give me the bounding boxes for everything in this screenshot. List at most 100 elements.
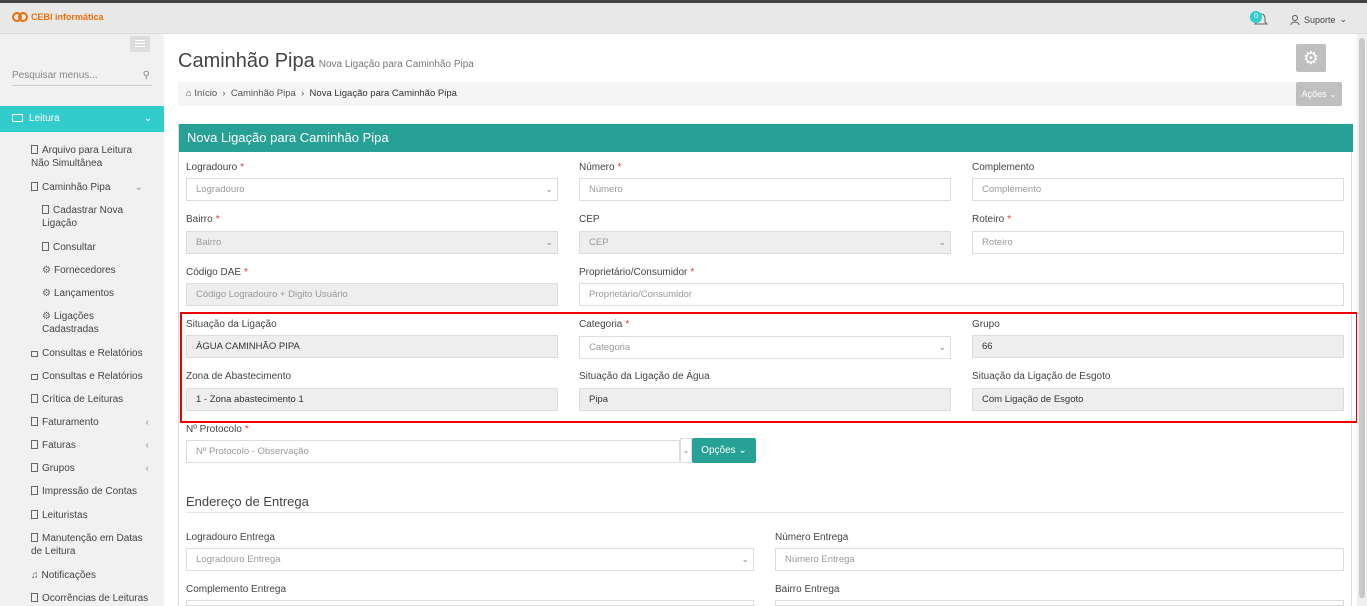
sidebar-item-label: Consultas e Relatórios (42, 348, 143, 359)
actions-button[interactable]: Ações ⌄ (1296, 82, 1342, 106)
gear-icon: ⚙ (42, 288, 51, 299)
sidebar-item-lancamentos[interactable]: ⚙ Lançamentos (42, 287, 114, 300)
sidebar-item-label: Consultas e Relatórios (42, 371, 143, 382)
placeholder-text: Nº Protocolo - Observação (196, 446, 309, 457)
scrollbar[interactable] (1357, 34, 1367, 606)
placeholder-text: Complemento (982, 184, 1042, 195)
file-icon (31, 440, 38, 449)
sidebar-item-grupos[interactable]: Grupos ‹ (31, 462, 149, 475)
sidebar-item-caminhao-pipa[interactable]: Caminhão Pipa ⌄ (31, 181, 143, 194)
logradouro-label: Logradouro * (186, 162, 244, 173)
search-icon[interactable]: ⚲ (143, 70, 150, 81)
protocolo-select[interactable]: Nº Protocolo - Observação (186, 440, 680, 463)
sidebar-item-leituristas[interactable]: Leituristas (31, 509, 88, 522)
sidebar-item-arquivo-leitura[interactable]: Arquivo para Leitura Não Simultânea (31, 144, 143, 170)
sidebar-item-ligacoes-cadastradas[interactable]: ⚙ Ligações Cadastradas (42, 310, 122, 336)
sidebar-item-cadastrar-nova-ligacao[interactable]: Cadastrar Nova Ligação (42, 204, 142, 230)
gear-icon: ⚙ (42, 265, 51, 276)
bairro-select[interactable]: Bairro ⌄ (186, 231, 558, 254)
roteiro-label: Roteiro * (972, 214, 1011, 225)
chevron-down-icon: ⌄ (741, 554, 749, 564)
label-text: Nº Protocolo (186, 424, 242, 435)
folder-icon (31, 593, 38, 602)
protocolo-dropdown-button[interactable]: ⌄ (680, 438, 692, 463)
sidebar-item-label: Caminhão Pipa (42, 182, 111, 193)
sidebar-search-placeholder: Pesquisar menus... (12, 70, 98, 81)
chevron-down-icon: ⌄ (134, 182, 143, 193)
sidebar-item-notificacoes[interactable]: ♫ Notificações (31, 569, 96, 582)
label-text: Bairro Entrega (775, 584, 840, 595)
gear-icon: ⚙ (1302, 48, 1320, 68)
cep-select[interactable]: CEP ⌄ (579, 231, 951, 254)
sidebar-item-label: Consultar (53, 242, 96, 253)
gear-icon: ⚙ (42, 311, 51, 322)
placeholder-text: Número (589, 184, 623, 195)
breadcrumb-current: Nova Ligação para Caminhão Pipa (309, 88, 457, 99)
sidebar-item-ocorrencias-leituras[interactable]: Ocorrências de Leituras (31, 592, 148, 605)
logradouro-entrega-select[interactable]: Logradouro Entrega ⌄ (186, 548, 754, 571)
numero-input[interactable]: Número (579, 178, 951, 201)
user-menu[interactable]: Suporte ⌄ (1290, 14, 1347, 25)
scrollbar-thumb[interactable] (1359, 38, 1365, 598)
home-icon: ⌂ (186, 88, 192, 99)
breadcrumb: ⌂ Início › Caminhão Pipa › Nova Ligação … (178, 82, 1296, 106)
file-icon (42, 242, 49, 251)
user-icon (1290, 14, 1300, 25)
page-title: Caminhão Pipa Nova Ligação para Caminhão … (178, 50, 474, 73)
settings-button[interactable]: ⚙ (1296, 44, 1326, 72)
sidebar-item-consultas-relatorios-1[interactable]: Consultas e Relatórios (31, 347, 143, 360)
label-text: Logradouro Entrega (186, 532, 275, 543)
codigo-dae-input[interactable]: Código Logradouro + Digito Usuário (186, 283, 558, 306)
sidebar-item-label: Notificações (41, 570, 96, 581)
bairro-label: Bairro * (186, 214, 220, 225)
bairro-entrega-input[interactable] (775, 600, 1344, 606)
label-text: CEP (579, 214, 600, 225)
brand-name: CEBI informática (31, 11, 104, 22)
breadcrumb-caminhao-pipa[interactable]: Caminhão Pipa (231, 88, 296, 99)
complemento-input[interactable]: Complemento (972, 178, 1344, 201)
chevron-down-icon: ⌄ (938, 237, 946, 247)
cep-label: CEP (579, 214, 600, 225)
sidebar-search-input[interactable]: Pesquisar menus... ⚲ (12, 70, 152, 86)
sidebar-item-label: Leitura (29, 113, 60, 124)
breadcrumb-separator: › (219, 88, 229, 99)
placeholder-text: Bairro (196, 237, 222, 248)
brand-logo[interactable]: CEBI informática (12, 11, 104, 22)
file-icon (31, 486, 38, 495)
sidebar-item-label: Lançamentos (53, 288, 115, 299)
sidebar-item-consultas-relatorios-2[interactable]: Consultas e Relatórios (31, 370, 143, 383)
opcoes-button[interactable]: Opções ⌄ (692, 438, 756, 463)
sidebar-toggle-button[interactable] (130, 36, 150, 52)
folder-icon (31, 182, 38, 191)
chevron-left-icon: ‹ (145, 417, 149, 428)
sidebar-item-critica-leituras[interactable]: Crítica de Leituras (31, 393, 123, 406)
folder-icon (31, 510, 38, 519)
sidebar-item-consultar[interactable]: Consultar (42, 241, 96, 254)
sidebar-item-leitura[interactable]: Leitura ⌄ (0, 106, 164, 132)
file-icon (31, 145, 38, 154)
sidebar-item-fornecedores[interactable]: ⚙ Fornecedores (42, 264, 116, 277)
sidebar-item-faturamento[interactable]: Faturamento ‹ (31, 416, 149, 429)
complemento-entrega-input[interactable] (186, 600, 754, 606)
label-text: Logradouro (186, 162, 238, 173)
sidebar-item-label: Arquivo para Leitura Não Simultânea (31, 145, 133, 169)
required-marker: * (244, 267, 248, 278)
sidebar-item-label: Faturas (42, 440, 76, 451)
file-icon (31, 394, 38, 403)
logradouro-select[interactable]: Logradouro ⌄ (186, 178, 558, 201)
page-subtitle: Nova Ligação para Caminhão Pipa (318, 59, 474, 70)
actions-label: Ações (1301, 89, 1327, 99)
label-text: Bairro (186, 214, 213, 225)
breadcrumb-home[interactable]: Início (194, 88, 217, 99)
numero-entrega-input[interactable]: Número Entrega (775, 548, 1344, 571)
required-marker: * (617, 162, 622, 173)
proprietario-input[interactable]: Proprietário/Consumidor (579, 283, 1344, 306)
sidebar-item-impressao-contas[interactable]: Impressão de Contas (31, 485, 137, 498)
sidebar-item-faturas[interactable]: Faturas ‹ (31, 439, 149, 452)
roteiro-input[interactable]: Roteiro (972, 231, 1344, 254)
sidebar-item-manutencao-datas[interactable]: Manutenção em Datas de Leitura (31, 532, 151, 558)
file-icon (31, 463, 38, 472)
numero-label: Número * (579, 162, 621, 173)
notification-count-badge: 0 (1250, 11, 1262, 23)
sidebar-item-label: Impressão de Contas (42, 486, 138, 497)
